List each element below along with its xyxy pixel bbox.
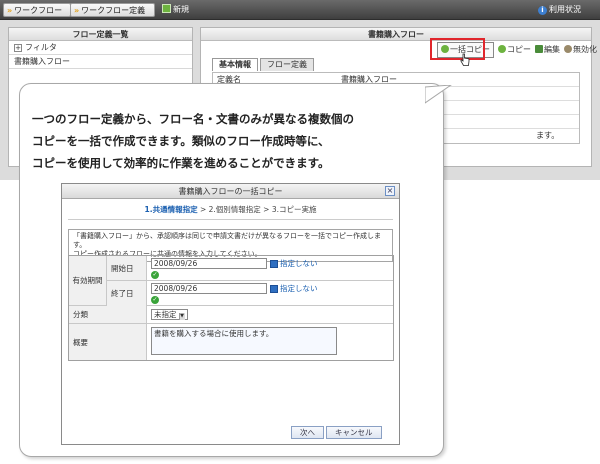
- edit-label: 編集: [544, 45, 560, 54]
- wizard-steps: 1.共通情報指定 > 2.個別情報指定 > 3.コピー実施: [62, 203, 399, 216]
- current-step: 1.共通情報指定: [144, 205, 198, 214]
- tab-basic-info[interactable]: 基本情報: [212, 58, 258, 71]
- hand-cursor-icon: [460, 53, 470, 66]
- start-date-label: 開始日: [107, 256, 147, 280]
- start-date-cell: 2008/09/26 指定しない ✓: [147, 256, 322, 280]
- copy-label: コピー: [507, 45, 531, 54]
- breadcrumb-workflow-definition[interactable]: » ワークフロー定義: [70, 3, 155, 17]
- breadcrumb-label: ワークフロー: [14, 6, 63, 15]
- breadcrumb-workflow[interactable]: » ワークフロー: [3, 3, 71, 17]
- summary-textarea[interactable]: 書籍を購入する場合に使用します。: [151, 327, 337, 355]
- filter-toggle[interactable]: + フィルタ: [9, 41, 192, 55]
- tab-flow-definition[interactable]: フロー定義: [260, 58, 314, 71]
- copy-button[interactable]: コピー: [498, 43, 531, 57]
- list-item[interactable]: 書籍購入フロー: [9, 55, 192, 69]
- summary-label: 概要: [69, 324, 147, 360]
- common-info-form: 有効期間 開始日 2008/09/26 指定しない ✓ 終了日 2008/09/2…: [68, 255, 394, 361]
- dialog-titlebar: 書籍購入フローの一括コピー ×: [62, 184, 399, 199]
- detail-tabs: 基本情報 フロー定義: [212, 58, 316, 71]
- breadcrumb-arrow-icon: »: [7, 6, 13, 15]
- callout-text: 一つのフロー定義から、フロー名・文書のみが異なる複数個の コピーを一括で作成でき…: [32, 108, 442, 174]
- calendar-icon[interactable]: [270, 284, 278, 293]
- disable-label: 無効化: [573, 45, 597, 54]
- breadcrumb-label: ワークフロー定義: [81, 6, 146, 15]
- end-date-row: 終了日 2008/09/26 指定しない ✓: [107, 281, 393, 306]
- cancel-button[interactable]: キャンセル: [326, 426, 382, 439]
- validity-label: 有効期間: [69, 256, 107, 305]
- bulk-copy-highlight: [430, 38, 485, 60]
- trash-icon: [564, 45, 572, 53]
- end-no-limit-link[interactable]: 指定しない: [280, 284, 318, 293]
- new-label: 新規: [173, 5, 189, 14]
- screenshot-stage: » ワークフロー » ワークフロー定義 新規 i 利用状況 フロー定義一覧 + フィルタ…: [0, 0, 600, 464]
- close-icon[interactable]: ×: [385, 186, 395, 196]
- category-select[interactable]: 未指定 ▼: [151, 309, 188, 320]
- edit-button[interactable]: 編集: [535, 43, 560, 57]
- start-date-row: 開始日 2008/09/26 指定しない ✓: [107, 256, 393, 281]
- bulk-copy-dialog: 書籍購入フローの一括コピー × 1.共通情報指定 > 2.個別情報指定 > 3.…: [61, 183, 400, 445]
- category-value: 未指定: [154, 310, 177, 319]
- usage-status-link[interactable]: i 利用状況: [538, 4, 581, 16]
- check-icon: ✓: [151, 271, 159, 279]
- category-cell: 未指定 ▼: [147, 306, 192, 323]
- divider: [68, 219, 393, 220]
- pencil-icon: [535, 45, 543, 53]
- category-row: 分類 未指定 ▼: [69, 306, 393, 324]
- flow-definition-list-title: フロー定義一覧: [9, 28, 192, 41]
- start-no-limit-link[interactable]: 指定しない: [280, 259, 318, 268]
- new-icon: [162, 4, 171, 13]
- info-icon: i: [538, 6, 547, 15]
- breadcrumb-arrow-icon: »: [74, 6, 80, 15]
- summary-cell: 書籍を購入する場合に使用します。: [147, 324, 341, 360]
- notice-line: 「書籍購入フロー」から、承認順序は同じで申請文書だけが異なるフローを一括でコピー…: [73, 232, 381, 249]
- usage-label: 利用状況: [549, 5, 581, 14]
- callout-pointer: [425, 85, 452, 104]
- category-label: 分類: [69, 306, 147, 323]
- start-date-input[interactable]: 2008/09/26: [151, 258, 267, 269]
- plus-icon: +: [14, 44, 22, 52]
- flow-detail-title: 書籍購入フロー: [201, 28, 591, 41]
- remaining-steps: > 2.個別情報指定 > 3.コピー実施: [197, 205, 317, 214]
- callout-line: 一つのフロー定義から、フロー名・文書のみが異なる複数個の: [32, 112, 354, 126]
- callout-line: コピーを使用して効率的に作業を進めることができます。: [32, 156, 330, 170]
- chevron-down-icon: ▼: [178, 313, 185, 320]
- end-date-input[interactable]: 2008/09/26: [151, 283, 267, 294]
- calendar-icon[interactable]: [270, 259, 278, 268]
- copy-icon: [498, 45, 506, 53]
- end-date-cell: 2008/09/26 指定しない ✓: [147, 281, 322, 306]
- disable-button[interactable]: 無効化: [564, 43, 597, 57]
- summary-row: 概要 書籍を購入する場合に使用します。: [69, 324, 393, 360]
- filter-label: フィルタ: [25, 43, 57, 52]
- next-button[interactable]: 次へ: [291, 426, 324, 439]
- end-date-label: 終了日: [107, 281, 147, 306]
- callout-line: コピーを一括で作成できます。類似のフロー作成時等に、: [32, 134, 330, 148]
- validity-fields: 開始日 2008/09/26 指定しない ✓ 終了日 2008/09/26 指定しな…: [107, 256, 393, 306]
- check-icon: ✓: [151, 296, 159, 304]
- dialog-buttons: 次へ キャンセル: [291, 426, 384, 439]
- new-button[interactable]: 新規: [162, 4, 189, 16]
- top-bar: » ワークフロー » ワークフロー定義 新規 i 利用状況: [0, 0, 600, 20]
- validity-row: 有効期間 開始日 2008/09/26 指定しない ✓ 終了日 2008/09/2…: [69, 256, 393, 306]
- dialog-title: 書籍購入フローの一括コピー: [178, 187, 283, 196]
